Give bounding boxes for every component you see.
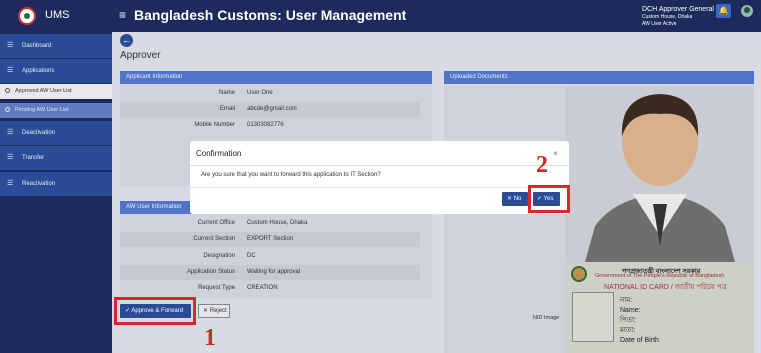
nid-field: Name: bbox=[620, 307, 641, 314]
row-value: User One bbox=[247, 90, 273, 96]
modal-divider bbox=[190, 165, 569, 166]
row-key: Request Type bbox=[198, 285, 235, 291]
nid-field: নাম: bbox=[620, 297, 633, 304]
sidebar-item-deactivation[interactable]: ☰ Deactivation bbox=[0, 121, 112, 145]
applicant-info-header: Applicant Information bbox=[120, 71, 432, 84]
uploaded-docs-header: Uploaded Documents bbox=[444, 71, 754, 84]
row-key: Mobile Number bbox=[194, 122, 235, 128]
row-key: Current Section bbox=[193, 236, 235, 242]
sidebar-item-label: Reactivation bbox=[22, 181, 56, 187]
list-icon: ☰ bbox=[7, 180, 14, 187]
nid-field: Date of Birth bbox=[620, 337, 659, 344]
row-value: abcde@gmail.com bbox=[247, 106, 297, 112]
annotation-number-1: 1 bbox=[204, 325, 216, 351]
applicant-photo bbox=[565, 86, 754, 262]
circle-icon bbox=[5, 88, 10, 93]
app-logo bbox=[18, 7, 36, 25]
nid-govt-en: Government of The People's Republic of B… bbox=[595, 273, 725, 279]
sidebar-item-label: Dashboard bbox=[22, 43, 52, 49]
row-value: EXPORT Section bbox=[247, 236, 294, 242]
sidebar-item-label: Pending AW User List bbox=[15, 107, 69, 113]
close-icon[interactable]: × bbox=[553, 149, 558, 158]
row-key: Email bbox=[219, 106, 235, 112]
row-value: CREATION bbox=[247, 285, 278, 291]
list-icon: ☰ bbox=[7, 129, 14, 136]
sidebar-item-label: Transfer bbox=[22, 155, 45, 161]
government-seal-icon bbox=[571, 266, 587, 282]
sidebar-item-dashboard[interactable]: ☰ Dashboard bbox=[0, 34, 112, 58]
app-name: UMS bbox=[45, 9, 70, 21]
nid-photo bbox=[572, 292, 614, 342]
sidebar-item-transfer[interactable]: ☰ Transfer bbox=[0, 146, 112, 170]
user-name: DCH Approver General bbox=[642, 6, 714, 13]
sidebar-item-pending-aw-user-list[interactable]: Pending AW User List bbox=[0, 103, 112, 118]
list-icon: ☰ bbox=[7, 67, 14, 74]
modal-message: Are you sure that you want to forward th… bbox=[201, 172, 381, 178]
table-row: Designation DC bbox=[120, 249, 420, 264]
table-row: Mobile Number 01303082776 bbox=[120, 118, 420, 133]
close-icon: ✕ bbox=[507, 196, 513, 202]
reject-button[interactable]: ✕ Reject bbox=[198, 304, 230, 318]
annotation-box-1 bbox=[114, 297, 196, 325]
sidebar-item-approved-aw-user-list[interactable]: Approved AW User List bbox=[0, 84, 112, 99]
modal-divider bbox=[190, 187, 569, 188]
nid-field: পিতা: bbox=[620, 317, 636, 324]
row-value: Waiting for approval bbox=[247, 269, 301, 275]
avatar[interactable] bbox=[741, 5, 753, 17]
page-title: Approver bbox=[120, 50, 161, 61]
sidebar-item-reactivation[interactable]: ☰ Reactivation bbox=[0, 172, 112, 196]
page-heading: Bangladesh Customs: User Management bbox=[134, 7, 407, 23]
table-row: Current Office Custom House, Dhaka bbox=[120, 216, 420, 231]
user-status: AW User Active bbox=[642, 20, 677, 27]
close-icon: ✕ bbox=[203, 308, 209, 314]
table-row: Name User One bbox=[120, 86, 420, 101]
nid-image-label: NID Image bbox=[533, 315, 560, 321]
annotation-box-2 bbox=[528, 185, 570, 213]
top-bar: UMS ≡ Bangladesh Customs: User Managemen… bbox=[0, 0, 761, 32]
bell-icon[interactable]: 🔔 bbox=[716, 4, 731, 18]
row-key: Designation bbox=[203, 253, 235, 259]
back-button[interactable]: ← bbox=[120, 34, 133, 47]
list-icon: ☰ bbox=[7, 42, 14, 49]
person-silhouette-icon bbox=[585, 94, 735, 262]
sidebar-item-label: Applications bbox=[22, 68, 55, 74]
modal-title: Confirmation bbox=[196, 149, 242, 158]
table-row: Application Status Waiting for approval bbox=[120, 265, 420, 280]
user-info: DCH Approver General Custom House, Dhaka… bbox=[642, 6, 714, 27]
sidebar: ☰ Dashboard ☰ Applications Approved AW U… bbox=[0, 32, 112, 353]
nid-fields: নাম: Name: পিতা: মাতা: Date of Birth bbox=[620, 296, 659, 346]
list-icon: ☰ bbox=[7, 154, 14, 161]
sidebar-item-label: Deactivation bbox=[22, 130, 56, 136]
menu-toggle-icon[interactable]: ≡ bbox=[119, 9, 126, 21]
sidebar-item-label: Approved AW User List bbox=[15, 88, 72, 94]
row-key: Application Status bbox=[186, 269, 235, 275]
row-value: DC bbox=[247, 253, 256, 259]
no-button[interactable]: ✕ No bbox=[502, 192, 528, 206]
table-row: Current Section EXPORT Section bbox=[120, 232, 420, 247]
annotation-number-2: 2 bbox=[536, 152, 548, 178]
nid-field: মাতা: bbox=[620, 327, 636, 334]
sidebar-item-applications[interactable]: ☰ Applications bbox=[0, 59, 112, 83]
row-value: 01303082776 bbox=[247, 122, 284, 128]
table-row: Request Type CREATION bbox=[120, 281, 420, 296]
circle-icon bbox=[5, 107, 10, 112]
table-row: Email abcde@gmail.com bbox=[120, 102, 420, 117]
reject-label: Reject bbox=[209, 308, 227, 314]
row-key: Current Office bbox=[197, 220, 235, 226]
nid-card-title: NATIONAL ID CARD / জাতীয় পরিচয় পত্র bbox=[604, 284, 727, 291]
row-key: Name bbox=[218, 90, 235, 96]
no-label: No bbox=[513, 196, 522, 202]
row-value: Custom House, Dhaka bbox=[247, 220, 308, 226]
